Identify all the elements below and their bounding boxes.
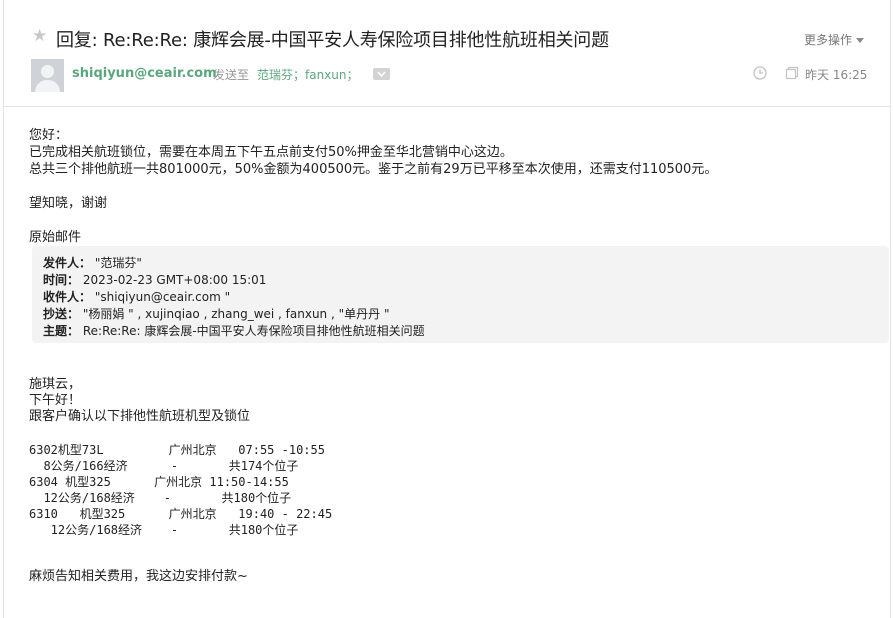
original-closing: 麻烦告知相关费用，我这边安排付款~	[29, 569, 248, 584]
flight-line: 12公务/168经济 - 共180个位子	[29, 491, 292, 505]
expand-recipients-button[interactable]	[373, 68, 390, 80]
quote-cc: 抄送： "杨丽娟 " , xujinqiao , zhang_wei , fan…	[43, 307, 390, 321]
body-line-3: 望知晓，谢谢	[29, 196, 108, 211]
flight-line: 12公务/168经济 - 共180个位子	[29, 523, 299, 537]
flight-line: 6302机型73L 广州北京 07:55 -10:55	[29, 443, 325, 457]
clock-icon[interactable]	[753, 66, 767, 80]
quote-time: 时间： 2023-02-23 GMT+08:00 15:01	[43, 273, 267, 287]
quoted-header-box: 发件人： "范瑞芬" 时间： 2023-02-23 GMT+08:00 15:0…	[32, 246, 889, 343]
mail-header: ★ 回复: Re:Re:Re: 康辉会展-中国平安人寿保险项目排他性航班相关问题…	[4, 0, 890, 107]
mail-reader: ★ 回复: Re:Re:Re: 康辉会展-中国平安人寿保险项目排他性航班相关问题…	[3, 0, 891, 618]
avatar	[31, 59, 64, 92]
flight-line: 8公务/166经济 - 共174个位子	[29, 459, 299, 473]
body-line-1: 已完成相关航班锁位，需要在本周五下午五点前支付50%押金至华北营销中心这边。	[29, 145, 513, 160]
flight-line: 6310 机型325 广州北京 19:40 - 22:45	[29, 507, 333, 521]
body-line-2: 总共三个排他航班一共801000元，50%金额为400500元。鉴于之前有29万…	[29, 162, 718, 177]
copy-icon[interactable]	[785, 66, 799, 80]
original-afternoon: 下午好！	[29, 393, 82, 408]
sender-address[interactable]: shiqiyun@ceair.com	[72, 66, 217, 81]
quote-to: 收件人： "shiqiyun@ceair.com "	[43, 290, 231, 304]
quote-subject: 主题： Re:Re:Re: 康辉会展-中国平安人寿保险项目排他性航班相关问题	[43, 324, 425, 338]
greeting: 您好：	[29, 128, 69, 143]
original-intro: 跟客户确认以下排他性航班机型及锁位	[29, 409, 251, 424]
more-actions-button[interactable]: 更多操作	[804, 31, 864, 48]
mail-subject: 回复: Re:Re:Re: 康辉会展-中国平安人寿保险项目排他性航班相关问题	[56, 30, 609, 51]
recipient-list[interactable]: 范瑞芬；fanxun；	[257, 66, 359, 83]
original-mail-label: 原始邮件	[29, 230, 82, 245]
more-actions-label: 更多操作	[803, 33, 852, 47]
flight-line: 6304 机型325 广州北京 11:50-14:55	[29, 475, 289, 489]
sent-to-label: 发送至	[213, 68, 250, 82]
mail-date: 昨天 16:25	[805, 68, 868, 82]
quote-from: 发件人： "范瑞芬"	[43, 256, 142, 270]
chevron-down-icon	[377, 71, 386, 77]
chevron-down-icon	[856, 38, 864, 43]
original-greeting-name: 施琪云，	[29, 377, 82, 392]
star-icon[interactable]: ★	[32, 26, 47, 46]
